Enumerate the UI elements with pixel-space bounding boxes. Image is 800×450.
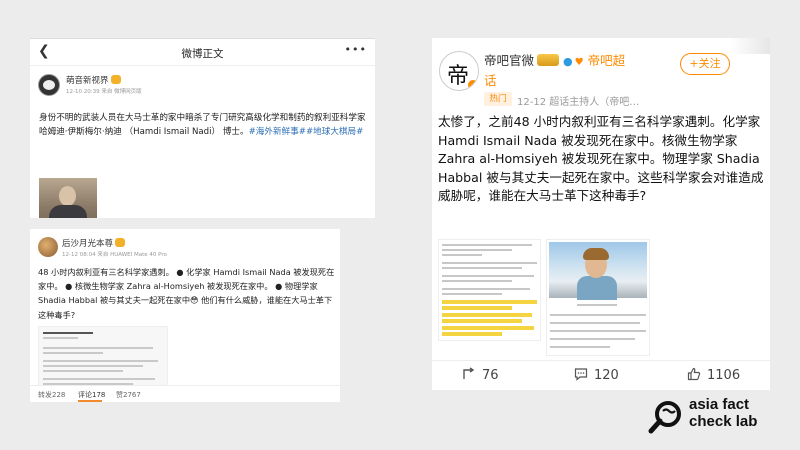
image-highlight xyxy=(442,313,532,317)
image-text-line xyxy=(442,275,534,277)
comment-count: 120 xyxy=(594,368,619,383)
image-text-line xyxy=(550,322,640,324)
heart-icon: ♥ xyxy=(574,57,584,68)
bird-icon: ● xyxy=(563,55,573,68)
page-title: 微博正文 xyxy=(181,48,224,60)
post-image-1[interactable] xyxy=(438,239,541,341)
post-meta: 12-12 超话主持人（帝吧… xyxy=(517,97,640,108)
avatar[interactable] xyxy=(38,237,58,257)
repost-button[interactable]: 76 xyxy=(462,367,499,383)
verified-badge-icon xyxy=(110,75,121,84)
image-text-line xyxy=(442,280,512,282)
post-image-2[interactable] xyxy=(546,239,650,356)
image-text-line xyxy=(550,314,646,316)
image-highlight xyxy=(442,319,522,323)
portrait-photo xyxy=(549,242,647,300)
user-name-text: 后沙月光本尊 xyxy=(62,239,114,249)
active-tab-underline xyxy=(78,400,102,402)
action-bar: 76 120 1106 xyxy=(432,360,770,390)
embed-line xyxy=(43,347,153,349)
user-name[interactable]: 萌音新视界 xyxy=(66,74,121,86)
portrait-body xyxy=(577,276,617,300)
user-name[interactable]: 后沙月光本尊 xyxy=(62,237,126,249)
portrait-body xyxy=(49,205,87,218)
user-name-text: 帝吧官微 xyxy=(484,53,535,68)
follow-button[interactable]: +关注 xyxy=(680,53,730,75)
embed-line xyxy=(43,332,93,334)
repost-count: 76 xyxy=(482,368,499,383)
image-text-line xyxy=(442,249,512,251)
embed-line xyxy=(43,365,143,367)
post-body: 身份不明的武装人员在大马士革的家中暗杀了专门研究高级化学和制药的叙利亚科学家哈姆… xyxy=(39,112,369,139)
embed-line xyxy=(43,360,158,362)
image-highlight xyxy=(442,326,534,330)
image-highlight xyxy=(442,300,537,304)
embed-line xyxy=(43,370,123,372)
image-text-line xyxy=(442,288,530,290)
level-badge-icon xyxy=(537,54,560,66)
verified-badge-icon xyxy=(467,79,478,90)
post-meta: 12-12 08:04 来自 HUAWEI Mate 40 Pro xyxy=(62,252,167,258)
embedded-screenshot[interactable] xyxy=(38,326,168,386)
magnifier-logo-icon xyxy=(648,401,681,434)
post-header: 萌音新视界 12-10 20:39 来自 微博网页版 xyxy=(30,66,375,100)
image-text-line xyxy=(442,262,537,264)
like-button[interactable]: 赞2767 xyxy=(116,390,141,400)
like-icon xyxy=(687,367,701,381)
avatar-glyph: 帝 xyxy=(447,64,470,89)
image-text-line xyxy=(442,293,502,295)
embed-line xyxy=(43,337,78,339)
image-highlight xyxy=(442,306,512,310)
embed-line xyxy=(43,378,155,380)
weibo-post-3: 帝 帝吧官微 ● ♥ 帝吧超 话 +关注 热门 12-12 超话主持人（帝吧… 太… xyxy=(432,38,770,390)
more-icon[interactable]: ••• xyxy=(345,43,367,56)
super-topic-link[interactable]: 帝吧超 xyxy=(588,53,626,68)
avatar[interactable]: 帝 xyxy=(439,51,479,91)
image-text-line xyxy=(442,267,522,269)
weibo-post-2: 后沙月光本尊 12-12 08:04 来自 HUAWEI Mate 40 Pro… xyxy=(30,229,340,402)
post-body: 太惨了，之前48 小时内叙利亚有三名科学家遇刺。化学家 Hamdi Ismail… xyxy=(438,114,764,203)
portrait-hair xyxy=(583,248,609,260)
nav-bar: ❮ 微博正文 ••• xyxy=(30,39,375,66)
image-text-line xyxy=(550,330,646,332)
hot-badge: 热门 xyxy=(484,92,512,106)
image-text-line xyxy=(442,244,532,246)
user-name[interactable]: 帝吧官微 ● ♥ 帝吧超 xyxy=(484,50,625,69)
repost-button[interactable]: 转发228 xyxy=(38,390,65,400)
corner-fade xyxy=(730,38,770,54)
image-text-line xyxy=(442,254,482,256)
image-text-line xyxy=(550,346,610,348)
comment-button[interactable]: 评论178 xyxy=(78,390,105,400)
avatar[interactable] xyxy=(38,74,60,96)
comment-icon xyxy=(574,368,588,381)
action-bar: 转发228 评论178 赞2767 xyxy=(30,385,340,402)
post-image[interactable] xyxy=(39,178,97,218)
image-text-line xyxy=(577,304,617,306)
weibo-post-1: ❮ 微博正文 ••• 萌音新视界 12-10 20:39 来自 微博网页版 身份… xyxy=(30,38,375,218)
post-header: 后沙月光本尊 12-12 08:04 来自 HUAWEI Mate 40 Pro xyxy=(30,229,340,263)
logo-text-line2: check lab xyxy=(689,413,758,430)
image-highlight xyxy=(442,332,502,336)
user-name-text: 萌音新视界 xyxy=(66,76,109,86)
asia-fact-check-lab-logo: asia fact check lab xyxy=(648,394,778,438)
post-body: 48 小时内叙利亚有三名科学家遇刺。 ● 化学家 Hamdi Ismail Na… xyxy=(38,267,335,320)
image-text-line xyxy=(550,338,635,340)
super-topic-link-cont[interactable]: 话 xyxy=(484,70,497,89)
verified-badge-icon xyxy=(115,238,126,247)
post-meta: 12-10 20:39 来自 微博网页版 xyxy=(66,89,142,95)
comment-button[interactable]: 120 xyxy=(574,367,619,383)
like-count: 1106 xyxy=(707,368,741,383)
embed-line xyxy=(43,352,103,354)
like-button[interactable]: 1106 xyxy=(687,367,740,383)
repost-icon xyxy=(463,367,475,379)
hashtag-link[interactable]: #海外新鲜事##地球大棋局# xyxy=(249,127,364,137)
portrait-head xyxy=(59,186,76,206)
logo-text-line1: asia fact xyxy=(689,396,750,413)
